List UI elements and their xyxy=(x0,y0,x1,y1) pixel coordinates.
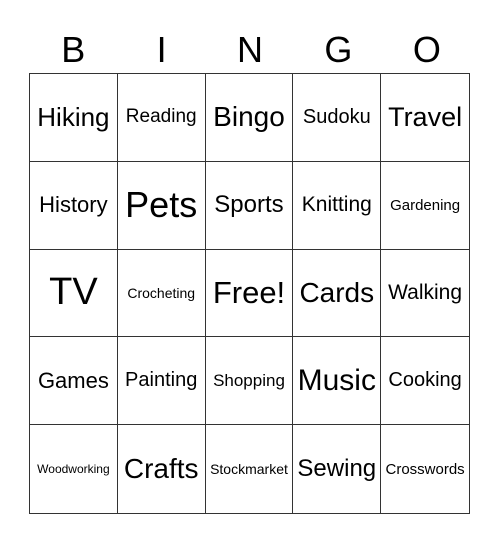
header-letter-i: I xyxy=(156,29,167,70)
header-letter-g: G xyxy=(324,29,353,70)
bingo-cell[interactable]: Sports xyxy=(205,161,294,250)
bingo-grid: Hiking Reading Bingo Sudoku Travel Histo… xyxy=(29,73,470,514)
bingo-cell[interactable]: Bingo xyxy=(205,74,294,162)
bingo-cell[interactable]: Walking xyxy=(381,250,469,338)
bingo-cell[interactable]: Painting xyxy=(117,337,206,426)
bingo-cell[interactable]: Shopping xyxy=(205,337,294,426)
bingo-cell[interactable]: Crocheting xyxy=(117,249,206,338)
bingo-cell[interactable]: Gardening xyxy=(381,162,469,250)
bingo-cell[interactable]: Pets xyxy=(117,161,206,250)
bingo-cell[interactable]: Sudoku xyxy=(293,74,382,162)
bingo-cell[interactable]: Cooking xyxy=(381,337,469,426)
bingo-cell[interactable]: Woodworking xyxy=(30,425,118,513)
header-letter-b: B xyxy=(61,29,86,70)
bingo-cell[interactable]: Games xyxy=(30,337,118,426)
bingo-cell[interactable]: Cards xyxy=(293,249,382,338)
bingo-cell[interactable]: Stockmarket xyxy=(206,425,294,513)
bingo-cell[interactable]: History xyxy=(30,161,118,250)
bingo-header: B I N G O xyxy=(29,28,471,72)
bingo-cell[interactable]: Travel xyxy=(381,74,469,162)
bingo-cell[interactable]: Music xyxy=(293,337,382,426)
bingo-cell[interactable]: Reading xyxy=(117,74,206,162)
header-letter-n: N xyxy=(237,29,264,70)
bingo-cell[interactable]: Hiking xyxy=(30,74,118,162)
bingo-cell[interactable]: TV xyxy=(30,249,118,338)
free-space-cell[interactable]: Free! xyxy=(205,249,294,338)
bingo-cell[interactable]: Sewing xyxy=(293,425,382,513)
bingo-cell[interactable]: Crosswords xyxy=(381,425,469,513)
bingo-cell[interactable]: Crafts xyxy=(118,425,206,513)
bingo-cell[interactable]: Knitting xyxy=(293,161,382,250)
header-letter-o: O xyxy=(412,29,441,70)
